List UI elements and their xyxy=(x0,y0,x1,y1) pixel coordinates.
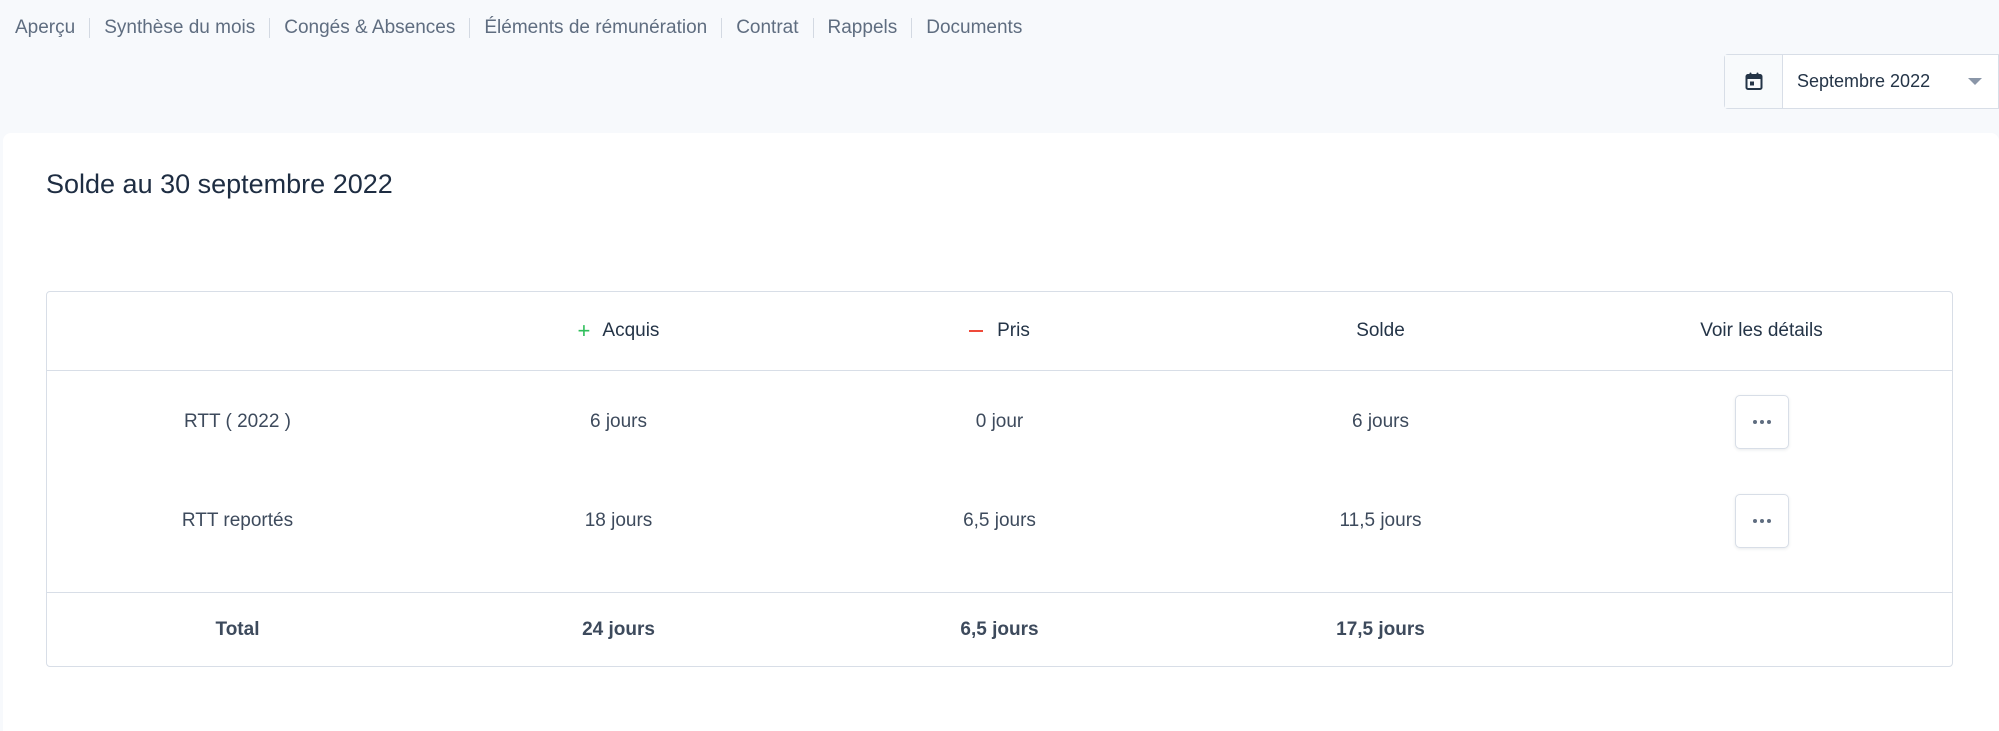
tab-contrat[interactable]: Contrat xyxy=(736,14,798,42)
row-acquired: 6 jours xyxy=(589,411,648,432)
header-taken-label: Pris xyxy=(997,320,1030,341)
month-picker[interactable]: Septembre 2022 xyxy=(1724,54,1999,109)
tab-synthese-du-mois[interactable]: Synthèse du mois xyxy=(104,14,255,42)
tab-separator xyxy=(469,18,471,38)
plus-icon: + xyxy=(577,318,591,343)
header-acquired-label: Acquis xyxy=(602,320,660,341)
header-taken: Pris xyxy=(809,320,1190,342)
section-tabs: Aperçu Synthèse du mois Congés & Absence… xyxy=(15,14,1022,42)
tab-conges-absences[interactable]: Congés & Absences xyxy=(284,14,455,42)
tab-separator xyxy=(721,18,723,38)
balance-card: Solde au 30 septembre 2022 + Acquis Pris… xyxy=(3,133,1999,731)
tab-rappels[interactable]: Rappels xyxy=(828,14,898,42)
total-acquired: 24 jours xyxy=(582,619,655,640)
balance-table: + Acquis Pris Solde Voir les détails RTT… xyxy=(46,291,1953,667)
tab-elements-de-remuneration[interactable]: Éléments de rémunération xyxy=(484,14,707,42)
row-acquired: 18 jours xyxy=(584,510,653,531)
row-details xyxy=(1571,494,1952,548)
more-details-button[interactable] xyxy=(1734,494,1789,548)
row-taken: 6,5 jours xyxy=(963,510,1036,531)
table-header-row: + Acquis Pris Solde Voir les détails xyxy=(47,292,1952,371)
more-dots-icon xyxy=(1752,420,1771,424)
total-balance: 17,5 jours xyxy=(1336,619,1425,640)
more-details-button[interactable] xyxy=(1734,395,1789,449)
month-picker-value[interactable]: Septembre 2022 xyxy=(1783,55,1958,108)
row-balance: 6 jours xyxy=(1351,411,1410,432)
table-row: RTT reportés 18 jours 6,5 jours 11,5 jou… xyxy=(47,472,1952,570)
total-label: Total xyxy=(215,619,260,640)
top-bar: Aperçu Synthèse du mois Congés & Absence… xyxy=(0,0,1999,132)
page-title: Solde au 30 septembre 2022 xyxy=(46,169,393,199)
minus-icon xyxy=(969,330,984,332)
header-details: Voir les détails xyxy=(1700,320,1823,341)
total-taken: 6,5 jours xyxy=(960,619,1039,640)
row-balance: 11,5 jours xyxy=(1339,510,1422,531)
calendar-icon xyxy=(1745,72,1762,90)
calendar-button[interactable] xyxy=(1725,55,1783,108)
header-balance: Solde xyxy=(1356,320,1405,341)
row-details xyxy=(1571,395,1952,449)
tab-apercu[interactable]: Aperçu xyxy=(15,14,75,42)
tab-separator xyxy=(89,18,91,38)
tab-separator xyxy=(812,18,814,38)
table-total-row: Total 24 jours 6,5 jours 17,5 jours xyxy=(47,592,1952,667)
row-label: RTT reportés xyxy=(181,510,294,531)
chevron-down-icon[interactable] xyxy=(1968,78,1982,85)
tab-separator xyxy=(911,18,913,38)
tab-documents[interactable]: Documents xyxy=(926,14,1022,42)
table-row: RTT ( 2022 ) 6 jours 0 jour 6 jours xyxy=(47,372,1952,472)
more-dots-icon xyxy=(1752,519,1771,523)
header-acquired: + Acquis xyxy=(428,320,809,342)
row-label: RTT ( 2022 ) xyxy=(183,411,291,432)
row-taken: 0 jour xyxy=(975,411,1024,432)
tab-separator xyxy=(269,18,271,38)
